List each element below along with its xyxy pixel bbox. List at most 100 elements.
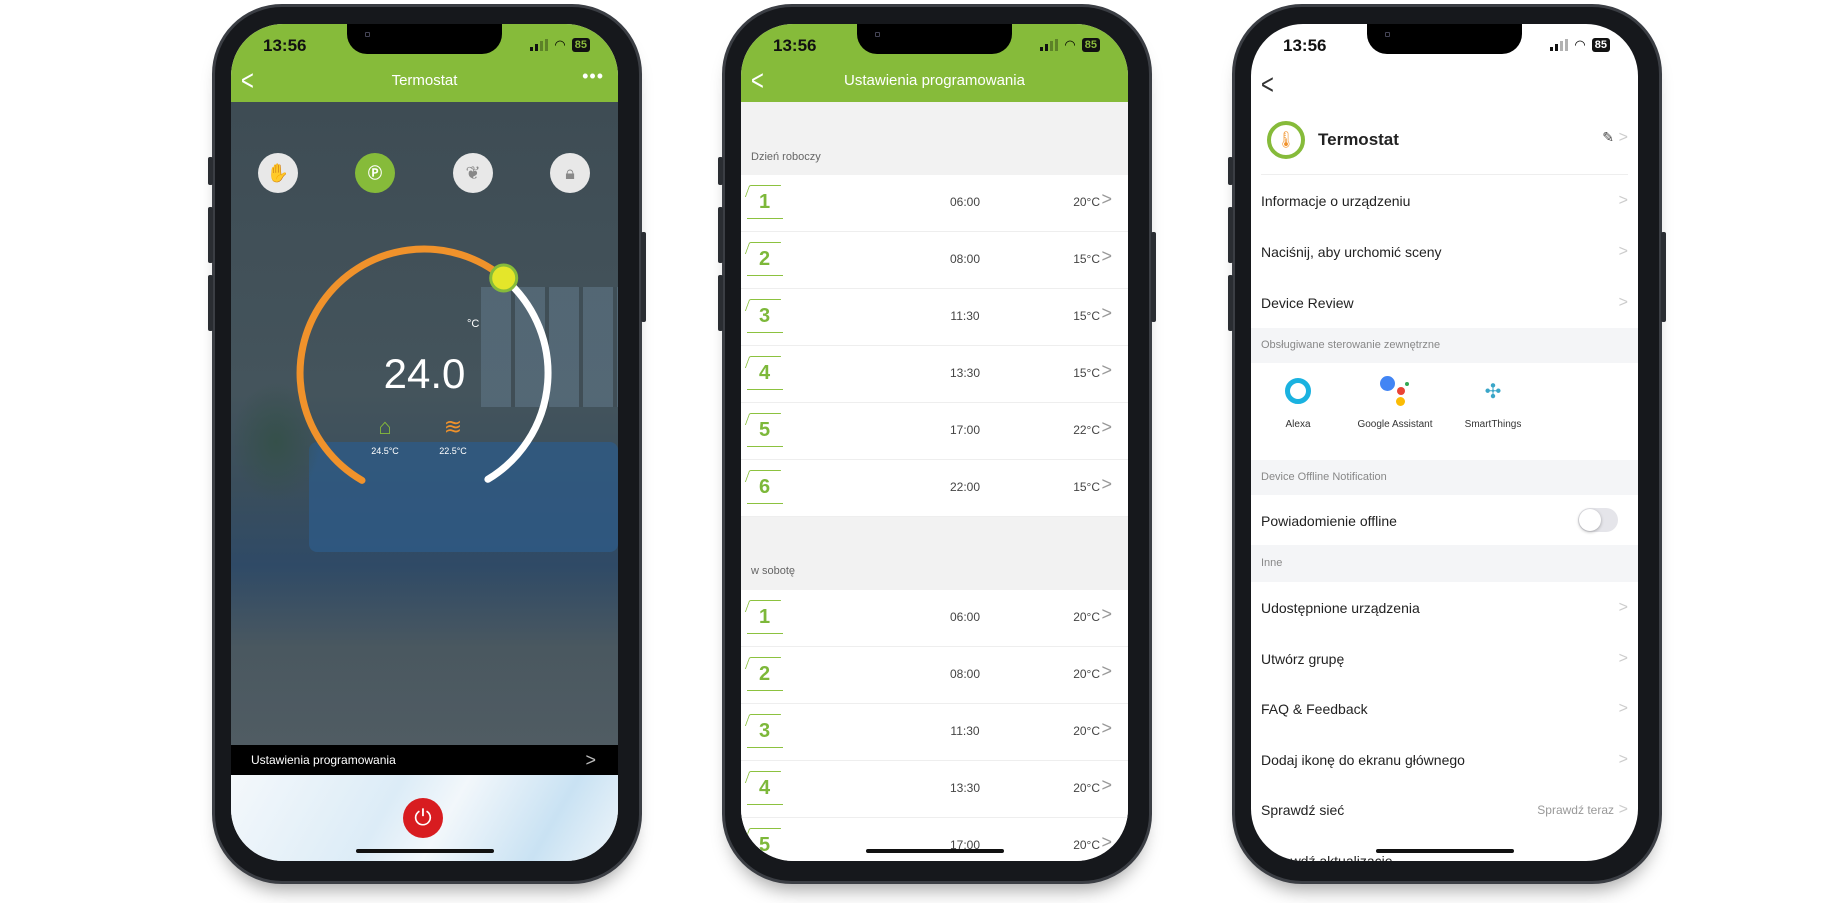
offline-notification-toggle[interactable] — [1578, 508, 1618, 532]
period-number: 3 — [759, 720, 771, 742]
battery-icon: 85 — [571, 38, 590, 52]
period-number: 5 — [759, 419, 771, 441]
schedule-row[interactable]: 2 08:00 20°C > — [741, 647, 1128, 704]
device-header[interactable]: 🌡︎ Termostat ✎ > — [1261, 119, 1628, 175]
program-period-icon: 3 — [744, 299, 787, 335]
period-temperature: 20°C — [1073, 667, 1100, 681]
period-number: 5 — [759, 834, 771, 856]
schedule-row[interactable]: 1 06:00 20°C > — [741, 175, 1128, 232]
home-indicator — [1376, 849, 1514, 853]
integration-label: Alexa — [1285, 419, 1311, 430]
program-period-icon: 6 — [744, 470, 787, 506]
program-settings-link[interactable]: Ustawienia programowania > — [231, 745, 618, 775]
home-indicator — [356, 849, 494, 853]
schedule-row[interactable]: 5 17:00 22°C > — [741, 403, 1128, 460]
schedule-row[interactable]: 2 08:00 15°C > — [741, 232, 1128, 289]
schedule-row[interactable]: 3 11:30 20°C > — [741, 704, 1128, 761]
settings-row[interactable]: Informacje o urządzeniu > — [1261, 176, 1628, 226]
program-settings-label: Ustawienia programowania — [251, 753, 396, 767]
chevron-right-icon: > — [1618, 243, 1628, 260]
section-label: Dzień roboczy — [751, 151, 821, 163]
settings-row[interactable]: Device Review > — [1261, 278, 1628, 328]
settings-row-label: Udostępnione urządzenia — [1261, 600, 1420, 616]
settings-row-label: Informacje o urządzeniu — [1261, 193, 1411, 209]
program-period-icon: 4 — [744, 356, 787, 392]
battery-icon: 85 — [1591, 38, 1610, 52]
settings-row-label: Device Review — [1261, 295, 1354, 311]
chevron-right-icon: > — [1101, 661, 1112, 681]
status-time: 13:56 — [773, 36, 817, 55]
power-button[interactable]: ⏻ — [403, 798, 443, 838]
settings-row-value: Sprawdź teraz — [1537, 803, 1614, 817]
schedule-row[interactable]: 5 17:00 20°C > — [741, 818, 1128, 861]
device-icon: 🌡︎ — [1267, 121, 1305, 159]
period-number: 4 — [759, 777, 771, 799]
status-time: 13:56 — [263, 36, 307, 55]
status-time: 13:56 — [1283, 36, 1327, 55]
edit-icon[interactable]: ✎ — [1602, 129, 1614, 146]
alexa-icon — [1285, 378, 1311, 404]
dial-knob[interactable] — [489, 263, 519, 293]
schedule-row[interactable]: 4 13:30 15°C > — [741, 346, 1128, 403]
chevron-right-icon: > — [1618, 294, 1628, 311]
settings-row-label: Naciśnij, aby urchomić sceny — [1261, 244, 1442, 260]
floor-temperature: ≋ 22.5°C — [423, 414, 483, 456]
smartthings-icon: ✣ — [1484, 380, 1502, 403]
floor-temp-value: 22.5°C — [439, 446, 467, 456]
period-time: 17:00 — [949, 423, 981, 437]
device-name: Termostat — [1318, 130, 1399, 149]
chevron-right-icon: > — [1618, 599, 1628, 616]
offline-notification-row: Powiadomienie offline — [1261, 496, 1628, 546]
period-time: 06:00 — [949, 610, 981, 624]
chevron-right-icon: > — [1618, 649, 1628, 667]
settings-row[interactable]: Utwórz grupę > — [1261, 634, 1628, 684]
chevron-right-icon: > — [1101, 604, 1112, 624]
program-period-icon: 5 — [744, 413, 787, 449]
schedule-row[interactable]: 4 13:30 20°C > — [741, 761, 1128, 818]
wifi-icon: ◠ — [1064, 37, 1076, 52]
chevron-right-icon: > — [1618, 192, 1628, 209]
back-button[interactable]: < — [1261, 68, 1274, 102]
chevron-right-icon: > — [1101, 360, 1112, 380]
period-number: 4 — [759, 362, 771, 384]
settings-row[interactable]: Naciśnij, aby urchomić sceny > — [1261, 227, 1628, 277]
period-temperature: 15°C — [1073, 366, 1100, 380]
schedule-row[interactable]: 6 22:00 15°C > — [741, 460, 1128, 517]
integration-label: SmartThings — [1464, 419, 1522, 430]
period-temperature: 20°C — [1073, 610, 1100, 624]
settings-row-label: Dodaj ikonę do ekranu głównego — [1261, 751, 1465, 768]
program-period-icon: 1 — [744, 185, 787, 221]
chevron-right-icon: > — [1618, 801, 1628, 818]
section-other: Inne — [1251, 545, 1638, 582]
settings-row-label: Sprawdź sieć — [1261, 802, 1345, 818]
schedule-row[interactable]: 1 06:00 20°C > — [741, 590, 1128, 647]
chevron-right-icon: > — [1618, 750, 1628, 768]
schedule-screen: 13:56 ◠ 85 < Ustawienia programowania Dzi… — [741, 24, 1128, 861]
chevron-right-icon: > — [1101, 718, 1112, 738]
period-temperature: 15°C — [1073, 252, 1100, 266]
chevron-right-icon: > — [1618, 129, 1628, 146]
offline-notification-label: Powiadomienie offline — [1261, 513, 1397, 529]
period-temperature: 20°C — [1073, 838, 1100, 852]
house-thermometer-icon: ⌂ — [378, 414, 392, 439]
period-temperature: 22°C — [1073, 423, 1100, 437]
settings-row[interactable]: FAQ & Feedback > — [1261, 684, 1628, 734]
program-period-icon: 1 — [744, 600, 787, 636]
integration-smartthings[interactable]: ✣ SmartThings — [1448, 363, 1538, 431]
settings-row[interactable]: Sprawdź sieć Sprawdź teraz > — [1261, 785, 1628, 835]
period-number: 2 — [759, 248, 771, 270]
period-temperature: 20°C — [1073, 195, 1100, 209]
program-period-icon: 2 — [744, 657, 787, 693]
chevron-right-icon: > — [1618, 851, 1628, 862]
schedule-row[interactable]: 3 11:30 15°C > — [741, 289, 1128, 346]
floor-heating-icon: ≋ — [443, 414, 463, 439]
period-number: 2 — [759, 663, 771, 685]
period-time: 06:00 — [949, 195, 981, 209]
integration-google-assistant[interactable]: Google Assistant — [1350, 363, 1440, 430]
integration-alexa[interactable]: Alexa — [1253, 363, 1343, 430]
home-indicator — [866, 849, 1004, 853]
page-title: Ustawienia programowania — [844, 72, 1025, 89]
period-temperature: 20°C — [1073, 781, 1100, 795]
settings-row[interactable]: Udostępnione urządzenia > — [1261, 583, 1628, 633]
settings-row[interactable]: Dodaj ikonę do ekranu głównego > — [1261, 735, 1628, 785]
